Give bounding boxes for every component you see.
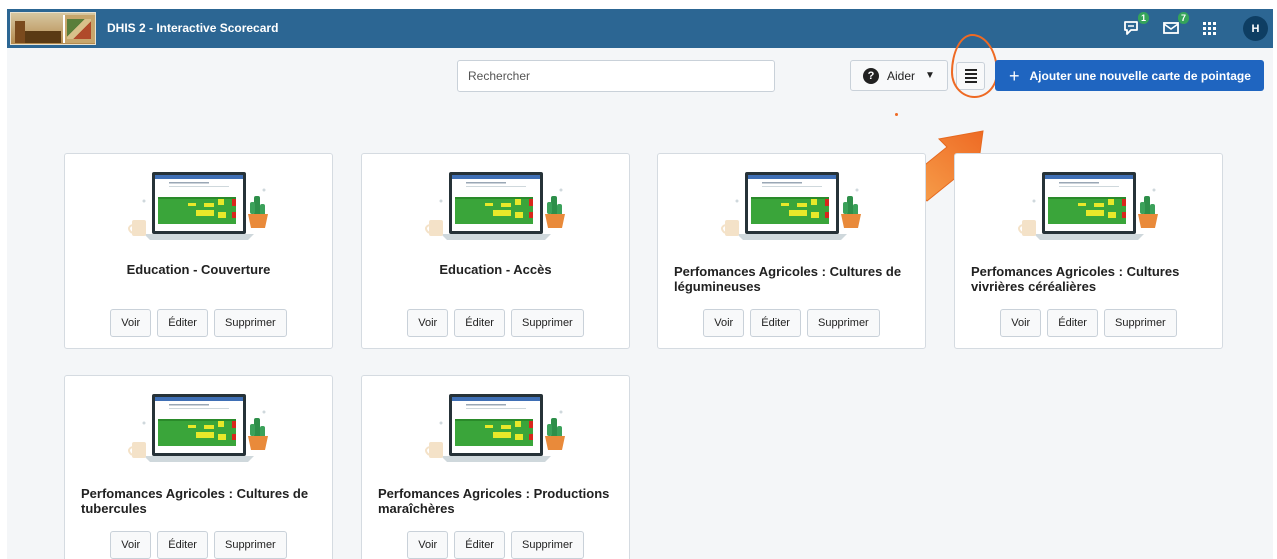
help-button[interactable]: ? Aider ▼ (850, 60, 948, 91)
scorecard-card[interactable]: Perfomances Agricoles : Cultures de légu… (657, 153, 926, 349)
user-avatar[interactable]: H (1243, 16, 1268, 41)
chevron-down-icon: ▼ (925, 70, 935, 81)
app-title: DHIS 2 - Interactive Scorecard (107, 21, 279, 35)
scorecard-title: Perfomances Agricoles : Productions mara… (378, 486, 610, 516)
help-label: Aider (887, 68, 916, 83)
question-icon: ? (863, 67, 879, 84)
scorecard-thumbnail (127, 394, 268, 462)
header-bar: DHIS 2 - Interactive Scorecard 1 7 H (7, 9, 1273, 48)
scorecard-actions: Voir Éditer Supprimer (362, 309, 629, 337)
delete-button[interactable]: Supprimer (213, 531, 287, 559)
messages-badge: 1 (1137, 12, 1149, 24)
app-logo[interactable] (10, 12, 96, 45)
edit-button[interactable]: Éditer (1047, 309, 1098, 337)
view-button[interactable]: Voir (110, 309, 152, 337)
add-scorecard-button[interactable]: + Ajouter une nouvelle carte de pointage (995, 60, 1264, 91)
delete-button[interactable]: Supprimer (1103, 309, 1177, 337)
edit-button[interactable]: Éditer (157, 531, 208, 559)
view-button[interactable]: Voir (703, 309, 745, 337)
scorecard-thumbnail (1017, 172, 1158, 240)
edit-button[interactable]: Éditer (454, 309, 505, 337)
scorecard-title: Education - Accès (439, 262, 552, 277)
scorecard-card[interactable]: Perfomances Agricoles : Cultures vivrièr… (954, 153, 1223, 349)
edit-button[interactable]: Éditer (157, 309, 208, 337)
scorecard-thumbnail (720, 172, 861, 240)
add-scorecard-label: Ajouter une nouvelle carte de pointage (1029, 68, 1251, 83)
scorecard-card[interactable]: Education - Accès Voir Éditer Supprimer (361, 153, 630, 349)
view-button[interactable]: Voir (110, 531, 152, 559)
messages-icon[interactable]: 1 (1122, 12, 1149, 39)
scorecard-card[interactable]: Perfomances Agricoles : Productions mara… (361, 375, 630, 559)
view-button[interactable]: Voir (407, 531, 449, 559)
scorecard-actions: Voir Éditer Supprimer (658, 309, 925, 337)
scorecard-actions: Voir Éditer Supprimer (65, 531, 332, 559)
apps-grid-icon[interactable] (1203, 22, 1216, 35)
scorecard-actions: Voir Éditer Supprimer (955, 309, 1222, 337)
scorecard-title: Education - Couverture (126, 262, 271, 277)
scorecard-title: Perfomances Agricoles : Cultures vivrièr… (971, 264, 1180, 294)
scorecard-card[interactable]: Perfomances Agricoles : Cultures de tube… (64, 375, 333, 559)
search-input[interactable] (457, 60, 775, 92)
scorecard-actions: Voir Éditer Supprimer (362, 531, 629, 559)
delete-button[interactable]: Supprimer (213, 309, 287, 337)
app-frame: DHIS 2 - Interactive Scorecard 1 7 H ? A… (7, 9, 1273, 559)
view-button[interactable]: Voir (407, 309, 449, 337)
scorecard-thumbnail (424, 172, 565, 240)
scorecard-thumbnail (127, 172, 268, 240)
delete-button[interactable]: Supprimer (806, 309, 880, 337)
scorecard-thumbnail (424, 394, 565, 462)
view-button[interactable]: Voir (1000, 309, 1042, 337)
delete-button[interactable]: Supprimer (510, 531, 584, 559)
delete-button[interactable]: Supprimer (510, 309, 584, 337)
edit-button[interactable]: Éditer (454, 531, 505, 559)
scorecard-title: Perfomances Agricoles : Cultures de tube… (81, 486, 309, 516)
plus-icon: + (1009, 65, 1020, 86)
scorecard-title: Perfomances Agricoles : Cultures de légu… (674, 264, 902, 294)
scorecard-card[interactable]: Education - Couverture Voir Éditer Supprime… (64, 153, 333, 349)
edit-button[interactable]: Éditer (750, 309, 801, 337)
scorecard-actions: Voir Éditer Supprimer (65, 309, 332, 337)
mail-badge: 7 (1177, 12, 1189, 24)
mail-icon[interactable]: 7 (1162, 12, 1189, 39)
